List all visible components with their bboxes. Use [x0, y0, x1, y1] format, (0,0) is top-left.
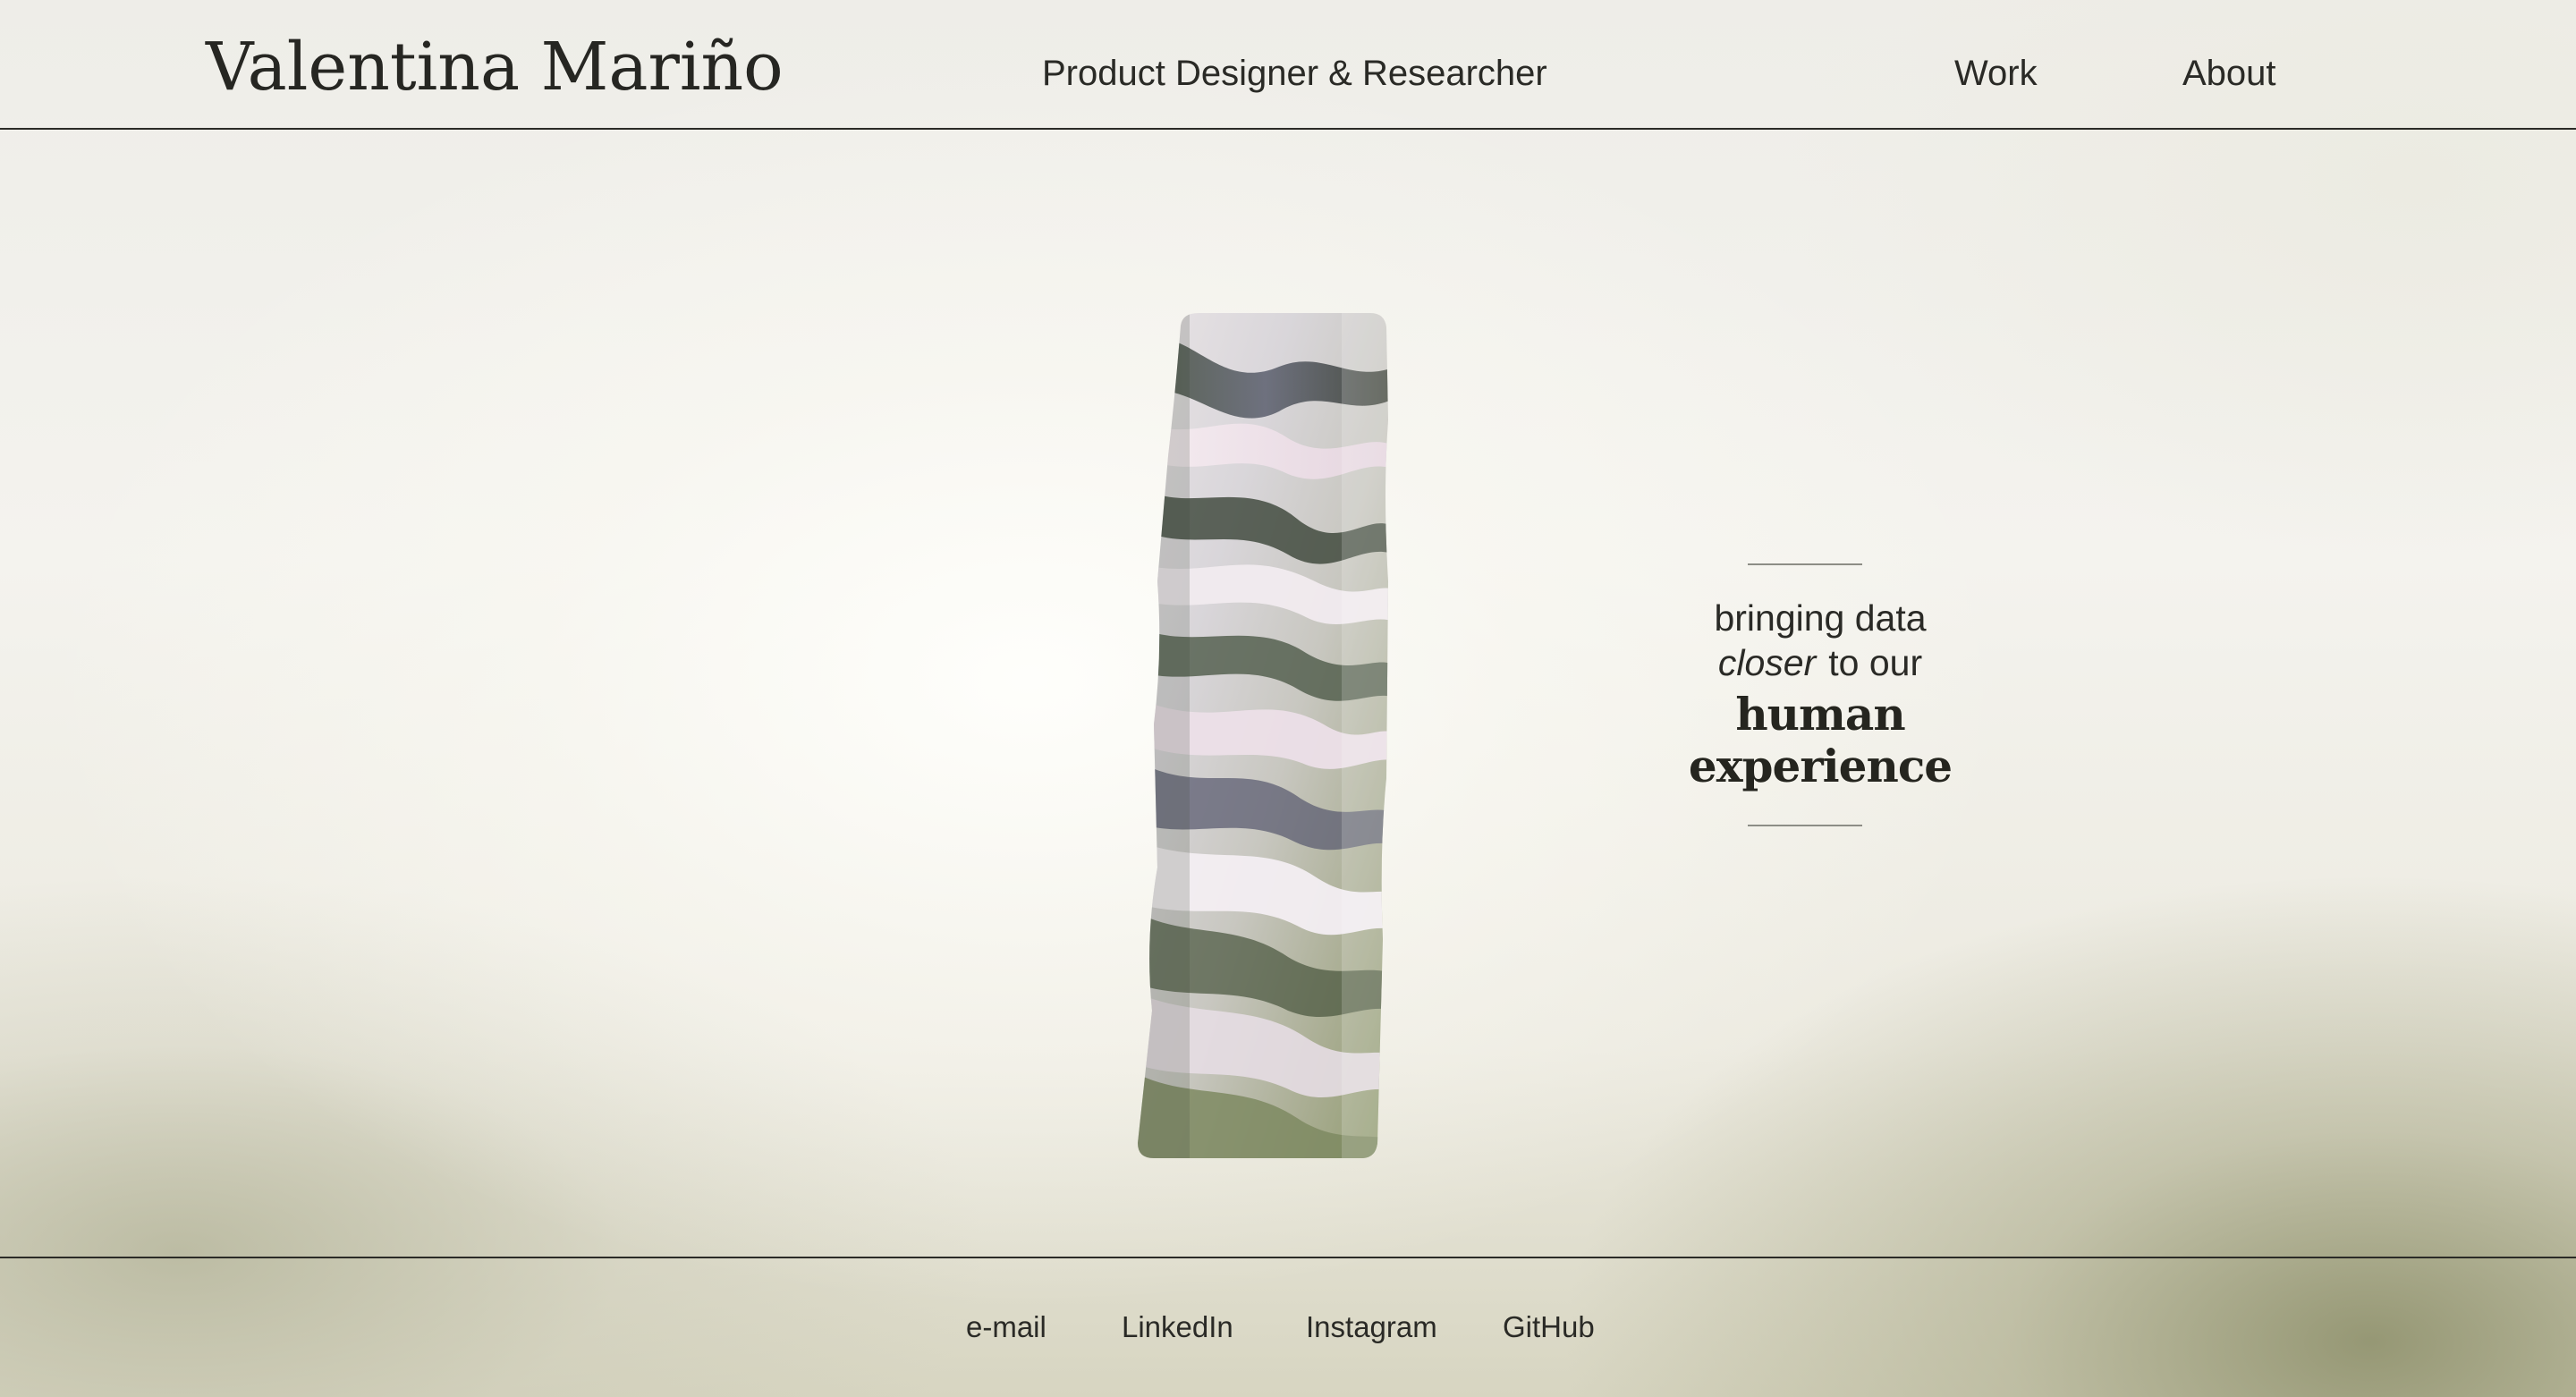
nav-about-link[interactable]: About	[2182, 54, 2276, 94]
footer-email-link[interactable]: e-mail	[966, 1310, 1046, 1344]
site-footer: e-mail LinkedIn Instagram GitHub	[0, 1257, 2576, 1397]
liquid-marble-bar-icon	[1136, 313, 1395, 1158]
footer-instagram-link[interactable]: Instagram	[1306, 1310, 1437, 1344]
slogan-line-2: closer to our	[1592, 640, 2039, 685]
hero-slogan: bringing data closer to our human experie…	[1592, 563, 2039, 826]
tagline: Product Designer & Researcher	[1042, 54, 1547, 93]
slogan-divider-bottom	[1748, 825, 1862, 826]
slogan-line-1: bringing data	[1714, 597, 1927, 639]
nav-work-link[interactable]: Work	[1954, 54, 2038, 94]
slogan-emphasis: closer	[1717, 642, 1817, 683]
slogan-divider-top	[1748, 563, 1862, 565]
site-header: Valentina Mariño Product Designer & Rese…	[0, 0, 2576, 130]
slogan-line-2-rest: to our	[1828, 642, 1923, 683]
brand-logo[interactable]: Valentina Mariño	[206, 29, 784, 106]
footer-github-link[interactable]: GitHub	[1503, 1310, 1595, 1344]
slogan-line-3: human experience	[1688, 688, 1953, 792]
footer-linkedin-link[interactable]: LinkedIn	[1122, 1310, 1233, 1344]
